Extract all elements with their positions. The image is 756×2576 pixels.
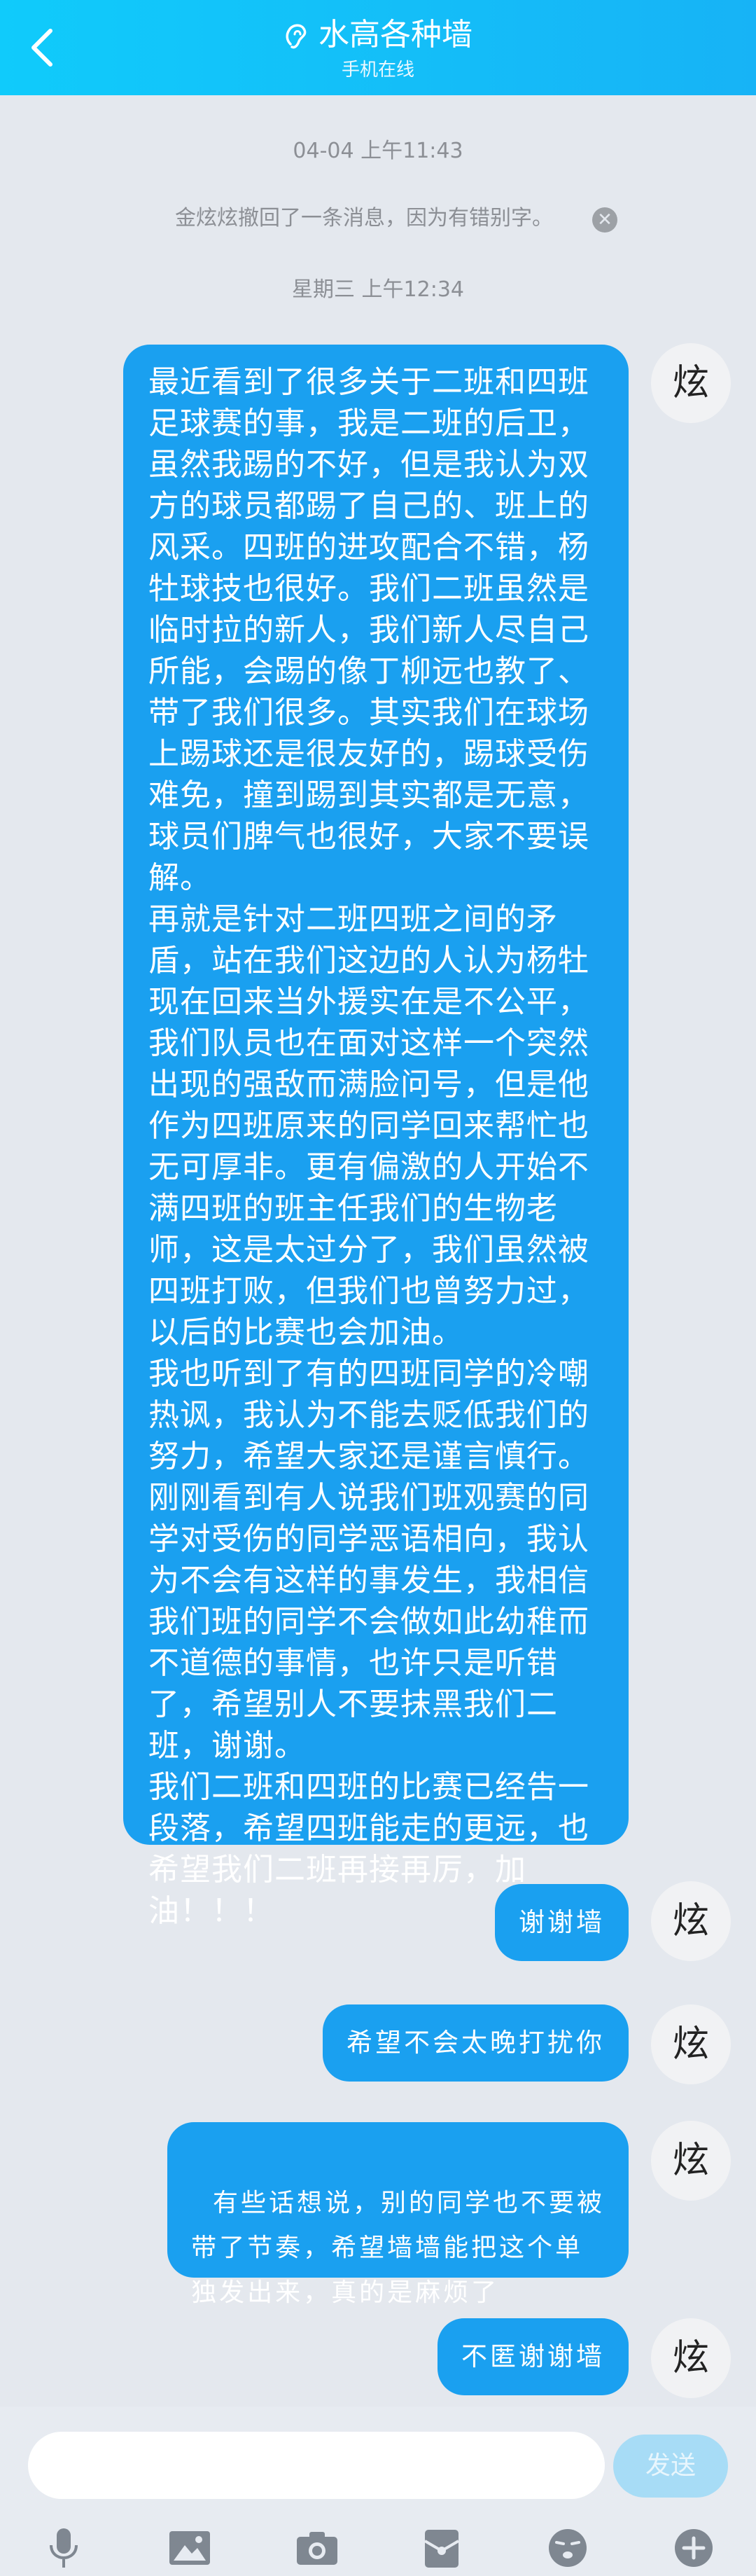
timestamp: 星期三 上午12:34 [292,277,464,302]
message-input[interactable] [28,2432,605,2499]
message-text: 希望不会太晚打扰你 [346,2028,605,2058]
close-icon[interactable]: ✕ [592,207,617,233]
camera-button[interactable] [293,2526,342,2570]
message-bubble[interactable]: 谢谢墙 [495,1884,629,1961]
recall-notice: 金炫炫撤回了一条消息，因为有错别字。 [175,206,553,230]
message-text: 不匿谢谢墙 [461,2341,605,2371]
more-button[interactable] [669,2526,718,2570]
message-text: 有些话想说，别的同学也不要被 带了节奏，希望墙墙能把这个单 独发出来，真的是麻烦… [191,2189,605,2307]
title-block[interactable]: 水高各种墙 手机在线 [0,15,756,83]
plus-icon [675,2529,713,2567]
emoji-button[interactable] [543,2526,592,2570]
red-packet-button[interactable] [417,2526,466,2570]
camera-icon [297,2532,337,2565]
message-bubble[interactable]: 最近看到了很多关于二班和四班足球赛的事，我是二班的后卫，虽然我踢的不好，但是我认… [123,345,629,1929]
avatar[interactable]: 炫 [651,343,731,423]
avatar[interactable]: 炫 [651,1881,731,1961]
microphone-icon [50,2528,78,2568]
avatar[interactable]: 炫 [651,2121,731,2201]
voice-button[interactable] [39,2526,88,2570]
emoji-icon [549,2529,587,2567]
avatar[interactable]: 炫 [651,2318,731,2398]
send-button[interactable]: 发送 [613,2435,728,2498]
red-packet-icon [424,2530,460,2568]
message-text: 谢谢墙 [519,1907,605,1937]
image-button[interactable] [165,2526,214,2570]
ear-icon [286,24,307,49]
message-bubble[interactable]: 希望不会太晚打扰你 [323,2004,629,2082]
image-icon [169,2531,210,2565]
avatar[interactable]: 炫 [651,2004,731,2084]
timestamp: 04-04 上午11:43 [293,139,463,163]
message-bubble[interactable]: 不匿谢谢墙 [438,2318,629,2395]
chat-header: 水高各种墙 手机在线 [0,0,756,95]
composer-bar: 发送 [0,2407,756,2576]
message-bubble[interactable]: 有些话想说，别的同学也不要被 带了节奏，希望墙墙能把这个单 独发出来，真的是麻烦… [167,2122,629,2307]
chat-title: 水高各种墙 [318,17,472,53]
online-status: 手机在线 [341,60,414,81]
